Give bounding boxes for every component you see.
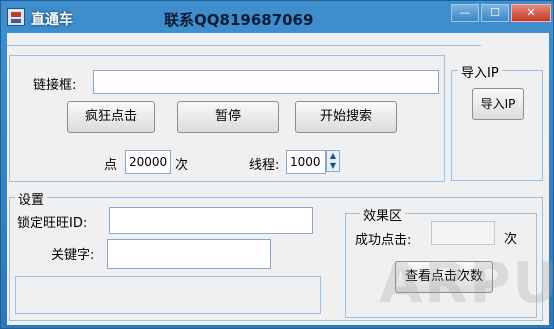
wangwang-label: 锁定旺旺ID: xyxy=(17,216,88,231)
click-label: 点 xyxy=(104,158,118,173)
top-divider xyxy=(7,45,481,46)
log-box xyxy=(15,276,321,314)
client-area: 链接框: 疯狂点击 暂停 开始搜索 点 20000 次 线程: 1000 ▲ ▼… xyxy=(7,33,554,325)
success-label: 成功点击: xyxy=(355,233,412,248)
maximize-button[interactable]: ☐ xyxy=(481,4,509,22)
close-button[interactable]: ✕ xyxy=(511,4,551,22)
settings-legend: 设置 xyxy=(15,189,48,208)
window-title: 直通车 xyxy=(31,12,73,28)
import-ip-button[interactable]: 导入IP xyxy=(472,88,524,120)
title-bar: 直通车 联系QQ819687069 — ☐ ✕ xyxy=(1,1,553,33)
crazy-click-button[interactable]: 疯狂点击 xyxy=(67,101,155,133)
link-input[interactable] xyxy=(93,70,439,94)
link-label: 链接框: xyxy=(33,78,77,93)
success-count-field xyxy=(431,221,495,245)
import-ip-legend: 导入IP xyxy=(458,62,502,81)
pause-button[interactable]: 暂停 xyxy=(177,101,279,133)
minimize-button[interactable]: — xyxy=(451,4,479,22)
success-times-label: 次 xyxy=(504,232,518,247)
effect-legend: 效果区 xyxy=(360,205,406,224)
spin-up-icon[interactable]: ▲ xyxy=(327,151,339,161)
keyword-input[interactable] xyxy=(107,239,271,269)
app-icon xyxy=(7,8,25,26)
spin-down-icon[interactable]: ▼ xyxy=(327,161,339,171)
app-window: 直通车 联系QQ819687069 — ☐ ✕ 链接框: 疯狂点击 暂停 开始搜… xyxy=(0,0,554,329)
thread-count-input[interactable]: 1000 xyxy=(286,150,326,174)
import-ip-group: 导入IP xyxy=(451,62,543,181)
contact-qq: 联系QQ819687069 xyxy=(164,11,314,29)
click-count-input[interactable]: 20000 xyxy=(125,150,171,174)
watermark: ARPUN xyxy=(379,251,554,316)
click-times-label: 次 xyxy=(175,158,189,173)
wangwang-input[interactable] xyxy=(109,207,313,234)
keyword-label: 关键字: xyxy=(51,248,95,263)
thread-label: 线程: xyxy=(249,158,280,173)
start-search-button[interactable]: 开始搜索 xyxy=(295,101,397,133)
thread-spinner[interactable]: ▲ ▼ xyxy=(326,150,340,172)
